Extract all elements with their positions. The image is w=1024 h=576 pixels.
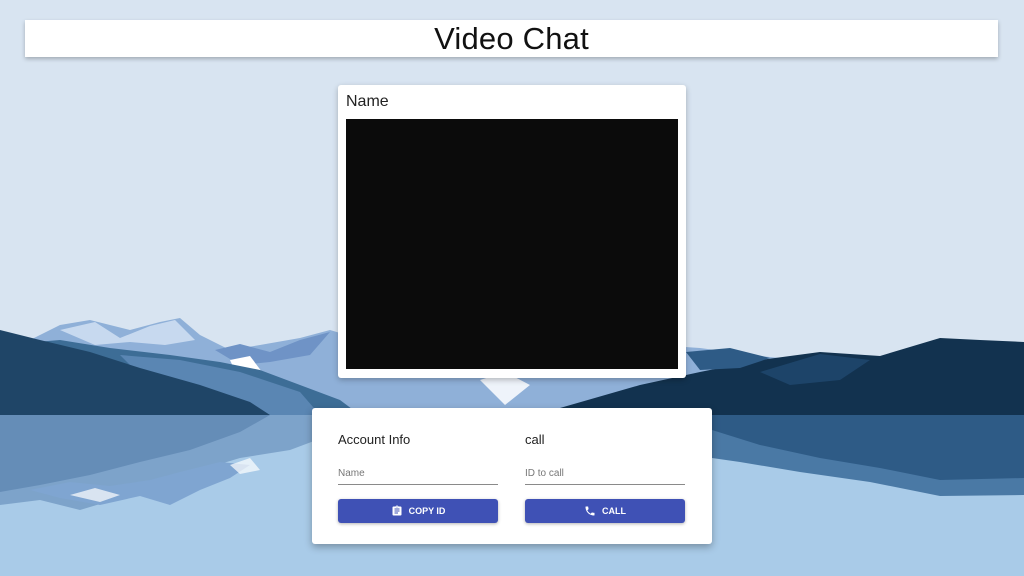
call-heading: call [525,432,545,447]
copy-id-label: COPY ID [408,506,446,516]
control-card: Account Info COPY ID call CALL [312,408,712,544]
id-to-call-input[interactable] [525,465,685,485]
call-label: CALL [602,506,626,516]
header-bar: Video Chat [25,20,998,57]
clipboard-icon [392,505,402,516]
page-title: Video Chat [434,20,589,56]
account-info-heading: Account Info [338,432,411,447]
video-card: Name [338,85,686,378]
copy-id-button[interactable]: COPY ID [338,499,498,523]
call-button[interactable]: CALL [525,499,685,523]
video-name-label: Name [346,93,389,110]
phone-icon [585,506,595,516]
name-input[interactable] [338,465,498,485]
video-feed [346,119,678,369]
